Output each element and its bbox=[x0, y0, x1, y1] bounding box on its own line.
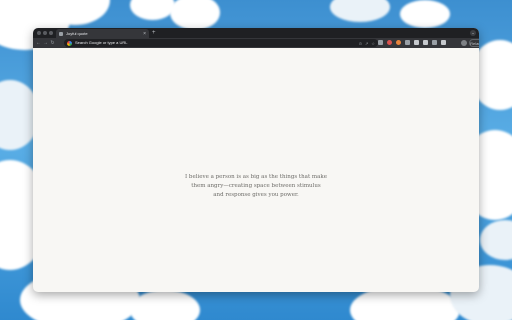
quote-line: them angry—creating space between stimul… bbox=[191, 183, 321, 189]
close-tab-icon[interactable]: × bbox=[143, 31, 146, 36]
cloud bbox=[170, 0, 220, 30]
browser-toolbar: ← → ↻ Search Google or type a URL ⊙ ↗ ☆ … bbox=[33, 38, 479, 48]
cloud bbox=[330, 0, 390, 22]
maximize-window-button[interactable] bbox=[49, 31, 53, 35]
new-tab-button[interactable]: + bbox=[152, 29, 156, 37]
reload-button[interactable]: ↻ bbox=[49, 38, 56, 48]
extension-icon[interactable] bbox=[405, 40, 410, 45]
tab-title: Joyful quote bbox=[66, 30, 88, 36]
address-bar-placeholder: Search Google or type a URL bbox=[75, 40, 128, 45]
forward-button[interactable]: → bbox=[42, 38, 49, 48]
cloud bbox=[400, 0, 450, 28]
bookmark-star-icon[interactable]: ☆ bbox=[371, 41, 375, 46]
address-bar[interactable]: Search Google or type a URL ⊙ ↗ ☆ bbox=[64, 39, 378, 47]
quote-line: I believe a person is as big as the thin… bbox=[185, 174, 327, 180]
google-icon bbox=[67, 40, 72, 46]
profile-avatar[interactable] bbox=[461, 40, 467, 46]
browser-window: Joyful quote × + ⌄ ← → ↻ Search Google o… bbox=[33, 28, 479, 292]
back-button[interactable]: ← bbox=[35, 38, 42, 48]
puzzle-icon[interactable] bbox=[432, 40, 437, 45]
extension-icon[interactable] bbox=[423, 40, 428, 45]
extension-icon[interactable] bbox=[396, 40, 401, 45]
cloud bbox=[130, 0, 175, 20]
tab-active[interactable]: Joyful quote × bbox=[56, 29, 149, 38]
extension-icon[interactable] bbox=[378, 40, 383, 45]
close-window-button[interactable] bbox=[37, 31, 41, 35]
quote-text: I believe a person is as big as the thin… bbox=[33, 173, 479, 200]
favicon-icon bbox=[59, 31, 63, 36]
tab-bar: Joyful quote × + ⌄ bbox=[33, 28, 479, 38]
page-content: I believe a person is as big as the thin… bbox=[33, 48, 479, 292]
sidepanel-icon[interactable] bbox=[441, 40, 446, 45]
cloud bbox=[480, 220, 512, 260]
tab-search-button[interactable]: ⌄ bbox=[470, 30, 476, 36]
minimize-window-button[interactable] bbox=[43, 31, 47, 35]
quote-line: and response gives you power. bbox=[213, 192, 299, 198]
extension-icon[interactable] bbox=[387, 40, 392, 45]
cast-icon[interactable]: ⊙ bbox=[359, 41, 362, 46]
update-button[interactable]: Relaunch to update ⋮ bbox=[469, 39, 479, 47]
extension-icon[interactable] bbox=[414, 40, 419, 45]
cloud bbox=[130, 290, 200, 320]
window-controls bbox=[37, 31, 53, 35]
share-icon[interactable]: ↗ bbox=[365, 41, 368, 46]
extensions-area bbox=[378, 40, 446, 45]
